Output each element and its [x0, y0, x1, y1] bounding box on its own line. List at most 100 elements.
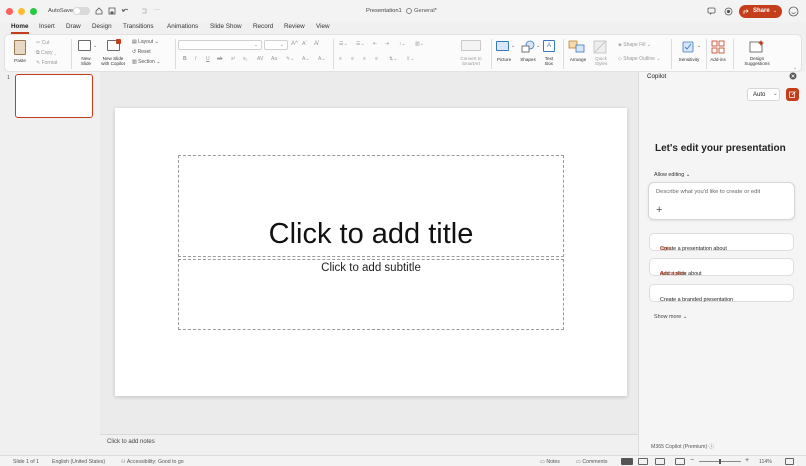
font-color-icon[interactable]: A⌄ [302, 56, 310, 62]
grow-font-icon[interactable]: A^ [291, 41, 298, 47]
new-chat-button[interactable] [786, 88, 799, 101]
subtitle-placeholder[interactable]: Click to add subtitle [178, 259, 564, 330]
accessibility-status[interactable]: ⚇ Accessibility: Good to go [121, 459, 184, 465]
bullets-icon[interactable]: ☰⌄ [339, 41, 348, 47]
notes-pane[interactable]: Click to add notes [100, 434, 638, 455]
more-commands-icon[interactable]: ··· [154, 7, 160, 13]
tab-home[interactable]: Home [11, 23, 29, 30]
prompt-input[interactable]: Describe what you'd like to create or ed… [648, 182, 795, 220]
font-size-select[interactable]: ⌄ [264, 40, 288, 50]
suggestion-card[interactable]: Create a branded presentation [649, 284, 794, 303]
collapse-ribbon-icon[interactable]: ⌄ [793, 66, 797, 71]
redo-icon[interactable] [140, 7, 148, 15]
share-button[interactable]: Share ⌄ [739, 5, 782, 18]
designer-icon[interactable] [749, 39, 765, 53]
text-effects-icon[interactable]: A⌄ [318, 56, 326, 62]
slide-sorter-button[interactable] [638, 458, 648, 465]
reset-button[interactable]: ↺ Reset [132, 49, 151, 55]
tab-record[interactable]: Record [253, 23, 273, 30]
text-direction-icon[interactable]: ⇅⌄ [389, 56, 397, 62]
show-more-button[interactable]: Show more ⌄ [654, 314, 687, 320]
shapes-dropdown-icon[interactable]: ⌄ [536, 43, 540, 49]
emoji-feedback-icon[interactable] [788, 6, 799, 17]
zoom-out-button[interactable]: − [690, 457, 694, 464]
shrink-font-icon[interactable]: Aˇ [302, 41, 307, 47]
copy-button[interactable]: ⧉ Copy ⌄ [36, 50, 56, 56]
comment-icon[interactable] [707, 7, 716, 16]
align-left-icon[interactable]: ≡ [339, 56, 342, 62]
close-window-button[interactable] [6, 8, 13, 15]
allow-editing-dropdown[interactable]: Allow editing ⌄ [654, 172, 690, 178]
sensitivity-label[interactable]: General* [414, 8, 437, 14]
underline-icon[interactable]: U [206, 56, 210, 62]
columns-icon[interactable]: ▥⌄ [415, 41, 424, 47]
notes-toggle[interactable]: ▭ Notes [540, 459, 560, 465]
align-right-icon[interactable]: ≡ [363, 56, 366, 62]
shapes-icon[interactable] [520, 40, 536, 53]
smartart-icon[interactable] [461, 40, 481, 51]
suggestion-card[interactable]: Create a presentation about topic [649, 233, 794, 252]
shape-fill-button[interactable]: ◈ Shape Fill ⌄ [618, 42, 651, 48]
justify-icon[interactable]: ≡ [375, 56, 378, 62]
shape-outline-button[interactable]: ◇ Shape Outline ⌄ [618, 56, 661, 62]
tab-insert[interactable]: Insert [39, 23, 55, 30]
tab-slide-show[interactable]: Slide Show [210, 23, 242, 30]
comments-toggle[interactable]: ▭ Comments [576, 459, 607, 465]
close-icon[interactable] [789, 72, 797, 80]
bold-icon[interactable]: B [183, 56, 187, 62]
suggestion-card[interactable]: Add a slide about description [649, 258, 794, 277]
layout-button[interactable]: ▤ Layout ⌄ [132, 39, 159, 45]
section-button[interactable]: ▥ Section ⌄ [132, 59, 160, 65]
align-text-icon[interactable]: ⇳⌄ [406, 56, 414, 62]
picture-dropdown-icon[interactable]: ⌄ [511, 43, 515, 49]
quick-styles-icon[interactable] [593, 40, 607, 54]
tab-design[interactable]: Design [92, 23, 112, 30]
strikethrough-icon[interactable]: ab [217, 56, 223, 62]
sensitivity-shield-icon[interactable] [681, 40, 695, 54]
zoom-slider-thumb[interactable] [719, 459, 721, 464]
record-icon[interactable] [724, 7, 733, 16]
undo-icon[interactable] [121, 7, 131, 15]
text-box-icon[interactable]: A [543, 40, 555, 52]
autosave-toggle[interactable] [73, 7, 90, 15]
language-status[interactable]: English (United States) [52, 459, 105, 465]
copilot-slide-icon[interactable] [107, 39, 121, 51]
tab-draw[interactable]: Draw [66, 23, 81, 30]
sensitivity-dropdown-icon[interactable]: ⌄ [697, 43, 701, 49]
mode-select[interactable]: Auto ⌄ [747, 88, 780, 101]
change-case-icon[interactable]: Aa [271, 56, 277, 62]
cut-button[interactable]: ✂ Cut [36, 40, 49, 46]
highlight-icon[interactable]: ✎⌄ [286, 56, 294, 62]
normal-view-button[interactable] [621, 458, 633, 465]
font-family-select[interactable]: ⌄ [178, 40, 262, 50]
decrease-indent-icon[interactable]: ⇤ [373, 41, 377, 47]
addins-icon[interactable] [711, 40, 725, 54]
save-icon[interactable] [108, 7, 116, 15]
italic-icon[interactable]: I [195, 56, 196, 62]
tab-transitions[interactable]: Transitions [123, 23, 154, 30]
new-slide-icon[interactable] [78, 40, 91, 51]
arrange-icon[interactable] [568, 40, 586, 54]
align-center-icon[interactable]: ≡ [351, 56, 354, 62]
slide-thumbnail[interactable] [15, 74, 93, 118]
maximize-window-button[interactable] [30, 8, 37, 15]
tab-view[interactable]: View [316, 23, 330, 30]
slide-show-button[interactable] [675, 458, 685, 465]
new-slide-dropdown-icon[interactable]: ⌄ [93, 43, 97, 49]
subscript-icon[interactable]: x₂ [243, 56, 247, 62]
fit-to-window-button[interactable] [785, 458, 794, 465]
reading-view-button[interactable] [655, 458, 665, 465]
tab-animations[interactable]: Animations [167, 23, 198, 30]
add-attachment-icon[interactable]: + [656, 204, 662, 216]
line-spacing-icon[interactable]: ↕⌄ [399, 41, 406, 47]
increase-indent-icon[interactable]: ⇥ [385, 41, 389, 47]
zoom-in-button[interactable]: + [745, 457, 749, 464]
format-painter-button[interactable]: ✎ Format [36, 60, 57, 66]
zoom-level[interactable]: 114% [759, 459, 772, 465]
paste-icon[interactable] [14, 40, 26, 55]
numbering-icon[interactable]: ☰⌄ [356, 41, 365, 47]
title-placeholder[interactable]: Click to add title [178, 155, 564, 257]
clear-formatting-icon[interactable]: A̸ [314, 41, 318, 47]
picture-icon[interactable] [496, 41, 509, 51]
minimize-window-button[interactable] [18, 8, 25, 15]
